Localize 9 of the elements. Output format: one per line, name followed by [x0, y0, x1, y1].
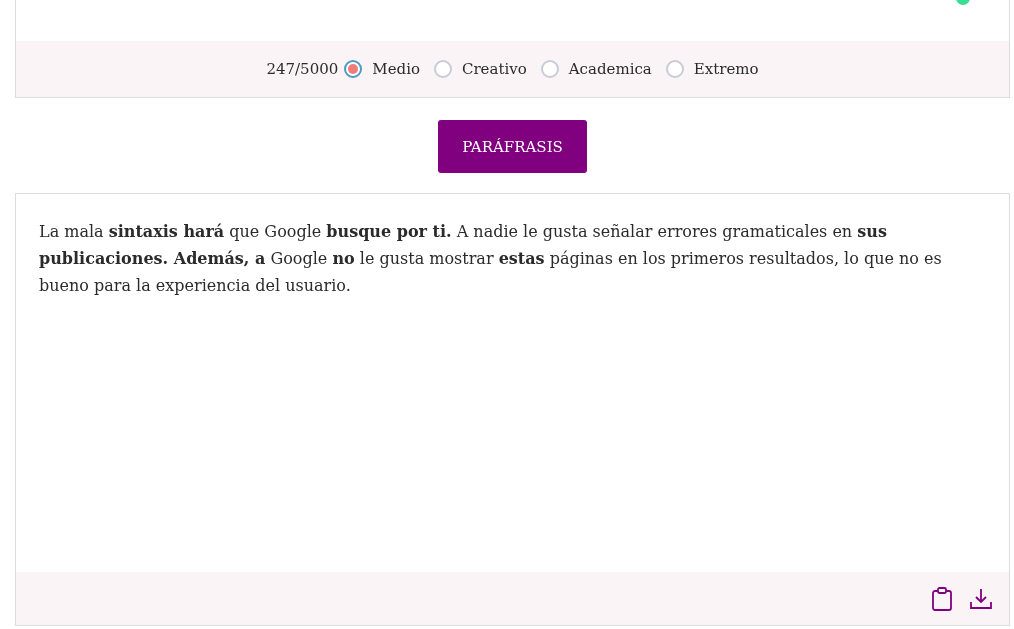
mode-radio[interactable]: Creativo	[433, 60, 527, 78]
output-text: La mala sintaxis hará que Google busque por ti. A nadie le gusta señalar errores gramaticales en sus publicaciones. Además, a Google no le gusta mostrar estas páginas en los primeros resultados, lo que no es bueno para la experiencia del usuario.	[38, 221, 943, 297]
clipboard-icon[interactable]	[931, 586, 953, 611]
paraphrase-button[interactable]: PARÁFRASIS	[438, 120, 587, 173]
mode-radio[interactable]: Extremo	[665, 60, 759, 78]
character-count: 247/5000	[266, 60, 339, 78]
mode-radio[interactable]: Medio	[344, 60, 420, 78]
mode-radio[interactable]: Academica	[540, 60, 652, 78]
download-icon[interactable]	[969, 587, 993, 610]
